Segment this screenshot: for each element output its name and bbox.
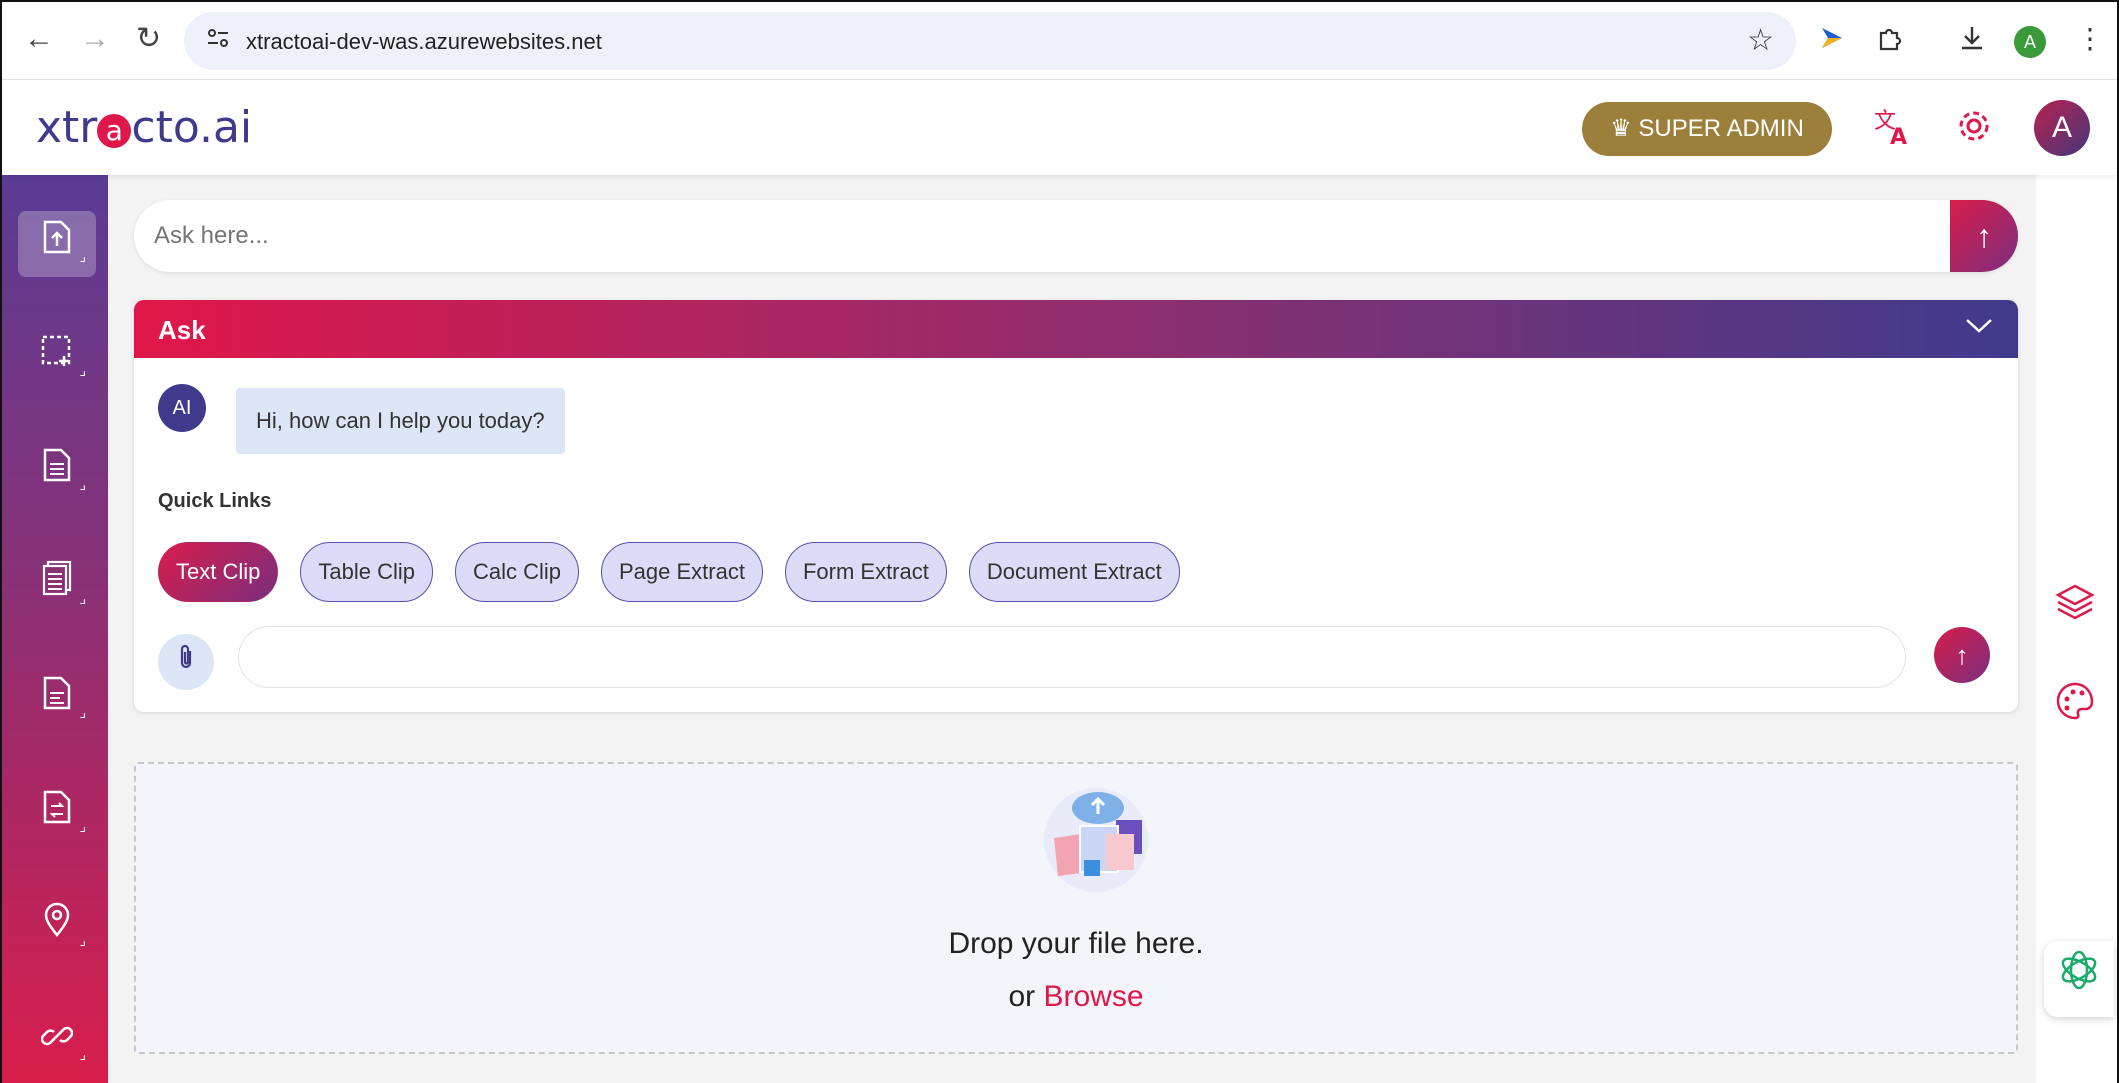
more-menu-icon[interactable]: ⋮ — [2076, 24, 2104, 54]
region-select-icon — [40, 335, 74, 376]
arrow-up-icon: ↑ — [1976, 218, 1992, 254]
quick-link-document-extract[interactable]: Document Extract — [968, 542, 1180, 602]
ask-input[interactable] — [154, 216, 1854, 256]
palette-icon[interactable] — [2054, 680, 2096, 730]
link-icon — [40, 1022, 74, 1060]
app-header: xtr a cto.ai ♛ SUPER ADMIN 文A A — [2, 80, 2117, 175]
sidebar-item-location[interactable]: ⌟ — [18, 895, 96, 961]
multi-document-icon — [41, 560, 73, 604]
url-text: xtractoai-dev-was.azurewebsites.net — [246, 29, 602, 54]
attach-button[interactable] — [158, 634, 214, 690]
chat-message-input[interactable] — [238, 626, 1906, 688]
location-pin-icon — [42, 902, 72, 946]
ask-search-bar: ↑ — [134, 200, 2018, 272]
upload-file-icon — [42, 220, 72, 262]
right-rail — [2036, 175, 2117, 1083]
reload-icon[interactable]: ↻ — [136, 24, 161, 54]
download-icon[interactable] — [1958, 24, 1986, 58]
sidebar-item-multi-document[interactable]: ⌟ — [18, 553, 96, 619]
browse-link[interactable]: Browse — [1043, 980, 1143, 1013]
bookmark-star-icon[interactable]: ☆ — [1747, 23, 1774, 58]
ai-avatar: AI — [158, 384, 206, 432]
ai-greeting-message: Hi, how can I help you today? — [236, 388, 565, 454]
sidebar-item-region-select[interactable]: ⌟ — [18, 325, 96, 391]
quick-link-text-clip[interactable]: Text Clip — [158, 542, 279, 602]
browser-profile-avatar[interactable]: A — [2014, 26, 2046, 58]
back-icon[interactable]: ← — [24, 24, 54, 54]
super-admin-label: SUPER ADMIN — [1638, 115, 1804, 142]
quick-link-table-clip[interactable]: Table Clip — [300, 542, 433, 602]
extension-arrow-icon[interactable] — [1818, 24, 1846, 58]
ask-panel: Ask AI Hi, how can I help you today? Qui… — [134, 300, 2018, 712]
quick-link-calc-clip[interactable]: Calc Clip — [454, 542, 579, 602]
arrow-up-icon: ↑ — [1955, 640, 1969, 670]
address-bar[interactable]: xtractoai-dev-was.azurewebsites.net ☆ — [184, 12, 1796, 70]
quick-link-page-extract[interactable]: Page Extract — [601, 542, 763, 602]
quick-link-form-extract[interactable]: Form Extract — [784, 542, 947, 602]
forward-icon[interactable]: → — [80, 24, 110, 54]
sidebar-item-document-edit[interactable]: ⌟ — [18, 667, 96, 733]
layers-icon[interactable] — [2054, 582, 2096, 632]
ai-assistant-button[interactable] — [2044, 941, 2114, 1017]
browser-toolbar: ← → ↻ xtractoai-dev-was.azurewebsites.ne… — [2, 2, 2117, 80]
sidebar-item-upload[interactable]: ⌟ — [18, 211, 96, 277]
crown-icon: ♛ — [1610, 115, 1632, 142]
dropzone-text: Drop your file here. — [948, 927, 1204, 960]
chat-send-button[interactable]: ↑ — [1934, 627, 1990, 683]
document-list-icon — [42, 448, 72, 490]
file-dropzone[interactable]: Drop your file here. or Browse — [134, 762, 2018, 1054]
site-settings-icon[interactable] — [206, 26, 230, 57]
xtracto-logo[interactable]: xtr a cto.ai — [36, 102, 252, 153]
ask-panel-header[interactable]: Ask — [134, 300, 2018, 358]
svg-text:A: A — [1890, 125, 1907, 148]
dropzone-or-browse: or Browse — [1008, 980, 1144, 1013]
chevron-down-icon[interactable] — [1964, 310, 1994, 348]
quick-links: Text Clip Table Clip Calc Clip Page Extr… — [158, 542, 1180, 602]
upload-illustration — [1036, 778, 1156, 898]
quick-links-label: Quick Links — [158, 490, 272, 512]
super-admin-button[interactable]: ♛ SUPER ADMIN — [1582, 102, 1832, 156]
extensions-puzzle-icon[interactable] — [1876, 24, 1904, 58]
openai-icon — [2057, 950, 2101, 1001]
left-sidebar: ⌟ ⌟ ⌟ ⌟ ⌟ ⌟ ⌟ ⌟ — [2, 175, 108, 1083]
sidebar-item-document-compare[interactable]: ⌟ — [18, 781, 96, 847]
ask-submit-button[interactable]: ↑ — [1950, 200, 2018, 272]
translate-icon[interactable]: 文A — [1872, 106, 1914, 156]
sidebar-item-document-list[interactable]: ⌟ — [18, 439, 96, 505]
document-edit-icon — [42, 676, 72, 718]
gear-icon[interactable] — [1954, 106, 1994, 154]
main-content: ↑ Ask AI Hi, how can I help you today? Q… — [108, 175, 2036, 1083]
user-avatar[interactable]: A — [2034, 100, 2090, 156]
ask-panel-title: Ask — [158, 315, 206, 345]
document-compare-icon — [42, 790, 72, 832]
sidebar-item-link[interactable]: ⌟ — [18, 1009, 96, 1075]
